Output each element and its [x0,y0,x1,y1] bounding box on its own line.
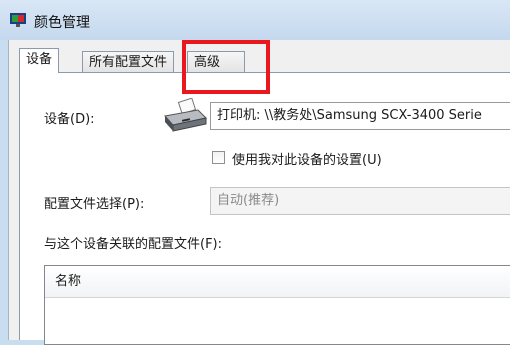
device-select[interactable]: 打印机: \\教务处\Samsung SCX-3400 Serie [210,102,510,130]
title-bar: 颜色管理 [0,0,510,40]
printer-icon [164,98,208,132]
color-management-icon [10,13,26,27]
highlight-box [182,40,270,94]
window-title: 颜色管理 [34,15,90,31]
tab-devices[interactable]: 设备 [19,48,60,73]
use-my-settings-checkbox[interactable] [212,151,225,164]
profiles-list[interactable]: 名称 [44,265,510,345]
associated-profiles-label: 与这个设备关联的配置文件(F): [44,237,223,252]
tab-all-profiles[interactable]: 所有配置文件 [82,51,175,73]
device-label: 设备(D): [44,112,95,127]
column-header-name[interactable]: 名称 [45,266,510,298]
profile-selection-select[interactable]: 自动(推荐) [210,187,510,215]
use-my-settings-label[interactable]: 使用我对此设备的设置(U) [232,149,382,168]
profile-selection-label: 配置文件选择(P): [44,197,145,212]
